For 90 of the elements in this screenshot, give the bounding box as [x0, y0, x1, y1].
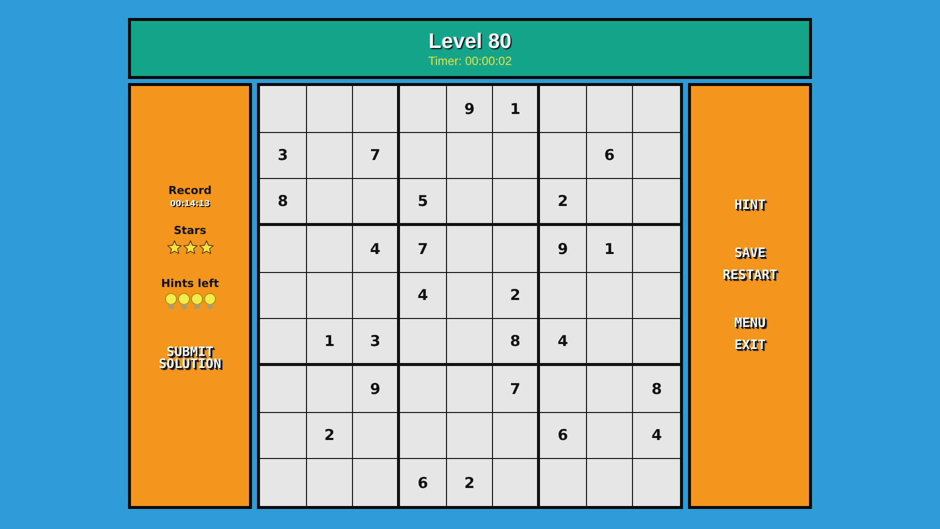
sudoku-cell[interactable] [493, 132, 540, 180]
sudoku-cell[interactable] [446, 366, 494, 413]
sudoku-cell[interactable] [306, 226, 354, 273]
sudoku-cell[interactable]: 4 [400, 272, 447, 320]
sudoku-cell[interactable] [493, 179, 540, 226]
sudoku-cell[interactable] [540, 366, 587, 413]
sudoku-cell[interactable] [540, 272, 587, 320]
sudoku-cell[interactable]: 5 [400, 179, 447, 226]
sudoku-cell[interactable] [493, 459, 540, 506]
sudoku-cell[interactable]: 1 [586, 226, 634, 273]
hints-label: Hints left [161, 277, 219, 290]
star-icon [198, 240, 214, 255]
sudoku-cell[interactable]: 6 [540, 412, 587, 460]
sudoku-cell[interactable] [540, 86, 587, 133]
sudoku-cell[interactable]: 2 [493, 272, 540, 320]
sudoku-cell[interactable] [586, 86, 634, 133]
sudoku-cell[interactable] [633, 179, 680, 226]
sudoku-cell[interactable] [260, 366, 307, 413]
sudoku-cell[interactable]: 2 [306, 412, 354, 460]
sudoku-cell[interactable] [633, 226, 680, 273]
sudoku-cell[interactable] [446, 226, 494, 273]
sudoku-cell[interactable] [446, 272, 494, 320]
sudoku-cell[interactable] [306, 272, 354, 320]
sudoku-cell[interactable]: 8 [260, 179, 307, 226]
sudoku-cell[interactable] [633, 272, 680, 320]
sudoku-cell[interactable] [446, 412, 494, 460]
sudoku-cell[interactable]: 7 [400, 226, 447, 273]
sudoku-cell[interactable] [446, 179, 494, 226]
sudoku-cell[interactable] [260, 412, 307, 460]
sudoku-cell[interactable] [586, 319, 634, 366]
sudoku-cell[interactable] [446, 132, 494, 180]
sudoku-cell[interactable] [400, 86, 447, 133]
sudoku-cell[interactable] [493, 226, 540, 273]
sudoku-cell[interactable] [586, 459, 634, 506]
sudoku-cell[interactable] [400, 319, 447, 366]
star-icon [182, 240, 198, 255]
sudoku-cell[interactable] [633, 459, 680, 506]
sudoku-cell[interactable]: 2 [540, 179, 587, 226]
sudoku-cell[interactable] [260, 272, 307, 320]
sudoku-cell[interactable]: 9 [540, 226, 587, 273]
sudoku-cell[interactable] [493, 412, 540, 460]
sudoku-cell[interactable] [586, 272, 634, 320]
sudoku-cell[interactable]: 8 [493, 319, 540, 366]
sudoku-cell[interactable] [400, 366, 447, 413]
sudoku-cell[interactable] [633, 86, 680, 133]
sudoku-cell[interactable] [586, 412, 634, 460]
sudoku-cell[interactable] [306, 132, 354, 180]
timer-text: Timer: 00:00:02 [428, 54, 512, 68]
sudoku-cell[interactable]: 9 [353, 366, 400, 413]
sudoku-cell[interactable]: 6 [586, 132, 634, 180]
sudoku-cell[interactable]: 4 [633, 412, 680, 460]
sudoku-cell[interactable] [260, 226, 307, 273]
level-title: Level 80 [428, 30, 512, 54]
sudoku-cell[interactable] [353, 86, 400, 133]
sudoku-cell[interactable] [446, 319, 494, 366]
sudoku-cell[interactable]: 3 [260, 132, 307, 180]
sudoku-cell[interactable]: 3 [353, 319, 400, 366]
sudoku-cell[interactable]: 4 [353, 226, 400, 273]
sudoku-cell[interactable] [633, 132, 680, 180]
sudoku-cell[interactable] [586, 179, 634, 226]
sudoku-cell[interactable] [260, 319, 307, 366]
sudoku-cell[interactable]: 1 [493, 86, 540, 133]
sudoku-cell[interactable] [540, 459, 587, 506]
sudoku-cell[interactable]: 1 [306, 319, 354, 366]
sudoku-cell[interactable] [306, 459, 354, 506]
sudoku-cell[interactable] [260, 459, 307, 506]
sudoku-cell[interactable] [306, 179, 354, 226]
stars-label: Stars [174, 224, 206, 237]
sudoku-cell[interactable] [353, 179, 400, 226]
record-time: 00:14:13 [170, 199, 210, 208]
sudoku-cell[interactable]: 8 [633, 366, 680, 413]
sudoku-cell[interactable] [586, 366, 634, 413]
sudoku-cell[interactable]: 7 [493, 366, 540, 413]
sudoku-cell[interactable]: 6 [400, 459, 447, 506]
sudoku-cell[interactable] [260, 86, 307, 133]
star-icon [166, 240, 182, 255]
sudoku-cell[interactable]: 7 [353, 132, 400, 180]
sudoku-cell[interactable] [353, 459, 400, 506]
sudoku-cell[interactable] [633, 319, 680, 366]
sudoku-cell[interactable] [306, 366, 354, 413]
sudoku-cell[interactable] [540, 132, 587, 180]
sudoku-cell[interactable] [353, 272, 400, 320]
sudoku-cell[interactable]: 4 [540, 319, 587, 366]
sudoku-cell[interactable]: 2 [446, 459, 494, 506]
sudoku-cell[interactable] [306, 86, 354, 133]
sudoku-cell[interactable]: 9 [446, 86, 494, 133]
sudoku-cell[interactable] [400, 412, 447, 460]
sudoku-cell[interactable] [400, 132, 447, 180]
sudoku-cell[interactable] [353, 412, 400, 460]
record-label: Record [168, 184, 212, 197]
